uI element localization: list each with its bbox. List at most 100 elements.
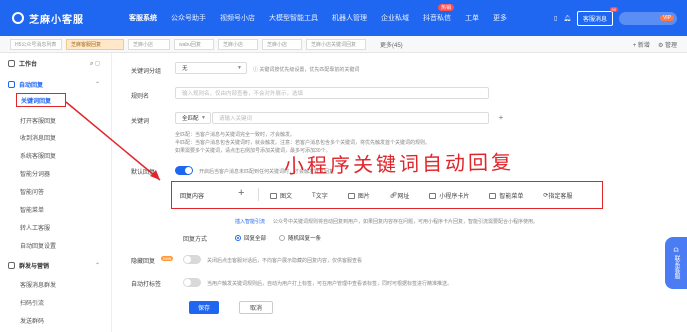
radio-checked-icon xyxy=(235,235,241,241)
user-menu[interactable]: VIP xyxy=(619,11,677,25)
reply-random-radio[interactable]: 随机回复一条 xyxy=(279,234,321,242)
nav-item-5[interactable]: 企业私域 xyxy=(374,13,416,23)
add-keyword-icon[interactable]: + xyxy=(496,113,506,123)
sidebar-group-auto-reply[interactable]: 自动回复 ⌃ xyxy=(0,80,112,89)
sidebar-item-2[interactable]: 收到消息回复 xyxy=(0,133,112,142)
nav-item-7[interactable]: 工单 xyxy=(458,13,486,23)
contact-support-float[interactable]: ☊ 联系客服 xyxy=(665,237,687,289)
keyword-group-label: 关键词分组 xyxy=(131,69,162,75)
reply-type-news[interactable]: 图文 xyxy=(270,191,292,200)
link-icon: 🔗︎ xyxy=(389,193,398,199)
marketing-label: 群发与营销 xyxy=(19,264,50,270)
nav-item-3[interactable]: 大模型智能工具 xyxy=(262,13,325,23)
sidebar-item-3[interactable]: 系统客服回复 xyxy=(0,151,112,160)
top-right-tools: ▯ 🔔︎ 客服消息 99 VIP xyxy=(554,0,677,36)
chevron-down-icon: ▼ xyxy=(237,65,242,71)
gear-icon: ⚙ xyxy=(657,42,665,49)
contact-support-label: 联系客服 xyxy=(673,255,679,279)
tabs-more-dropdown[interactable]: 更多(45) xyxy=(380,40,403,49)
tab-0[interactable]: H5公众号消息列表 xyxy=(10,38,62,50)
sidebar-item-keyword-reply[interactable]: 关键词回复 xyxy=(16,93,66,107)
menu-icon xyxy=(489,192,497,199)
reply-type-text[interactable]: T 文字 xyxy=(312,191,328,201)
phone-icon[interactable]: ▯ xyxy=(554,15,557,22)
tab-5[interactable]: 芝麻小店 xyxy=(262,38,302,50)
open-tabs-bar: H5公众号消息列表 芝麻客服回复 芝麻小店 wabu回复 芝麻小店 芝麻小店 芝… xyxy=(0,36,687,53)
rule-name-input[interactable]: 输入规则名，仅由内部查看，不会对外展示，选填 xyxy=(175,87,489,99)
reply-type-link[interactable]: 🔗︎ 网址 xyxy=(390,191,410,200)
sidebar-marketing-item-2[interactable]: 发送群码 xyxy=(0,316,112,325)
reply-all-label: 回复全部 xyxy=(244,236,267,242)
reply-type-assign-agent-label: 指定客服 xyxy=(548,194,573,200)
hide-reply-hint: 关闭后点击客服对话后，不向客户展示隐藏的回复内容，仅供客服查看 xyxy=(207,258,363,264)
tab-3[interactable]: wabu回复 xyxy=(174,38,214,50)
reply-type-assign-agent[interactable]: ⟳ 指定客服 xyxy=(543,191,572,200)
hide-reply-toggle[interactable] xyxy=(183,255,201,264)
megaphone-icon xyxy=(8,262,15,269)
reply-type-image-label: 图片 xyxy=(357,194,370,200)
radio-unchecked-icon xyxy=(279,235,285,241)
save-button[interactable]: 保存 xyxy=(189,301,219,314)
default-reply-label: 默认回复 xyxy=(131,170,156,176)
nav-item-6[interactable]: 抖音私信 热销 xyxy=(416,4,458,23)
sidebar-item-7[interactable]: 转人工客服 xyxy=(0,223,112,232)
reply-type-smart-menu[interactable]: 智能菜单 xyxy=(489,191,523,200)
keyword-group-hint-text: 关键词按优先级设置，优先匹配靠前的关键词 xyxy=(259,67,360,73)
keyword-group-select[interactable]: 无 ▼ xyxy=(175,62,247,74)
workbench-icon xyxy=(8,60,15,67)
auto-reply-label: 自动回复 xyxy=(19,83,44,89)
chat-icon xyxy=(8,81,15,88)
tab-actions: + 新增 ⚙ 管理 xyxy=(633,40,677,49)
auto-tag-toggle[interactable] xyxy=(183,278,201,287)
top-navbar: 芝麻小客服 客服系统 公众号助手 视频号小店 大模型智能工具 机器人管理 企业私… xyxy=(0,0,687,36)
sidebar-workbench[interactable]: 工作台 ⌕ ◻ xyxy=(0,59,112,68)
nav-item-8[interactable]: 更多 xyxy=(486,13,514,23)
sidebar-item-8[interactable]: 自动回复设置 xyxy=(0,241,112,250)
reply-type-image[interactable]: 图片 xyxy=(347,191,370,200)
chevron-down-icon: ▼ xyxy=(201,115,206,121)
cancel-button[interactable]: 取消 xyxy=(239,301,273,314)
brand-name: 芝麻小客服 xyxy=(29,14,84,26)
tab-1[interactable]: 芝麻客服回复 xyxy=(66,38,124,50)
sidebar-marketing-item-1[interactable]: 扫码引流 xyxy=(0,298,112,307)
sidebar-item-6[interactable]: 智能菜单 xyxy=(0,205,112,214)
new-badge: new xyxy=(161,256,174,261)
sidebar-marketing-item-0[interactable]: 客服消息群发 xyxy=(0,280,112,289)
reply-type-miniprogram[interactable]: 小程序卡片 xyxy=(429,191,469,200)
reply-all-radio[interactable]: 回复全部 xyxy=(235,234,266,242)
bell-icon[interactable]: 🔔︎ xyxy=(563,15,571,22)
nav-item-2[interactable]: 视频号小店 xyxy=(213,13,262,23)
reply-type-list: 图文 T 文字 图片 🔗︎ 网址 小程序卡片 智能菜单 ⟳ 指定客服 xyxy=(270,191,572,200)
sidebar-item-1[interactable]: 打开客服回复 xyxy=(0,116,112,125)
reply-content-label: 回复内容 xyxy=(180,194,205,200)
match-type-value: 全匹配 xyxy=(182,116,199,122)
nav-item-4[interactable]: 机器人管理 xyxy=(325,13,374,23)
message-center-button[interactable]: 客服消息 99 xyxy=(576,6,618,26)
nav-item-6-label: 抖音私信 xyxy=(423,15,451,22)
keyword-input[interactable]: 请输入关键词 xyxy=(212,112,489,124)
manage-tabs-button[interactable]: ⚙ 管理 xyxy=(658,40,677,49)
reply-type-miniprogram-label: 小程序卡片 xyxy=(439,194,470,200)
brand-logo[interactable]: 芝麻小客服 xyxy=(12,11,112,26)
tab-2[interactable]: 芝麻小店 xyxy=(128,38,170,50)
search-icon[interactable]: ⌕ ◻ xyxy=(90,60,100,68)
keyword-label: 关键词 xyxy=(131,119,150,125)
sidebar: 工作台 ⌕ ◻ 自动回复 ⌃ 关键词回复 打开客服回复 收到消息回复 系统客服回复 … xyxy=(0,53,112,332)
reply-type-news-label: 图文 xyxy=(280,194,293,200)
sidebar-item-4[interactable]: 智能分词器 xyxy=(0,169,112,178)
chevron-up-icon: ⌃ xyxy=(94,263,100,269)
nav-item-1[interactable]: 公众号助手 xyxy=(164,13,213,23)
sidebar-group-marketing[interactable]: 群发与营销 ⌃ xyxy=(0,261,112,270)
add-reply-icon[interactable]: + xyxy=(238,187,244,199)
nav-item-0[interactable]: 客服系统 xyxy=(122,13,164,23)
insert-smart-link[interactable]: 插入智能引流 xyxy=(235,218,265,225)
tab-4[interactable]: 芝麻小店 xyxy=(218,38,258,50)
tab-6[interactable]: 芝麻小店关键词回复 xyxy=(306,38,366,50)
reply-type-link-label: 网址 xyxy=(397,194,410,200)
rule-name-label: 规则名 xyxy=(131,94,150,100)
reply-content-box: 回复内容 + 图文 T 文字 图片 🔗︎ 网址 小程序卡片 智能菜单 ⟳ 指定客… xyxy=(171,181,603,209)
default-reply-toggle[interactable] xyxy=(175,166,193,175)
add-tab-button[interactable]: + 新增 xyxy=(633,40,650,49)
sidebar-item-5[interactable]: 智能问答 xyxy=(0,187,112,196)
match-type-select[interactable]: 全匹配 ▼ xyxy=(175,112,211,124)
